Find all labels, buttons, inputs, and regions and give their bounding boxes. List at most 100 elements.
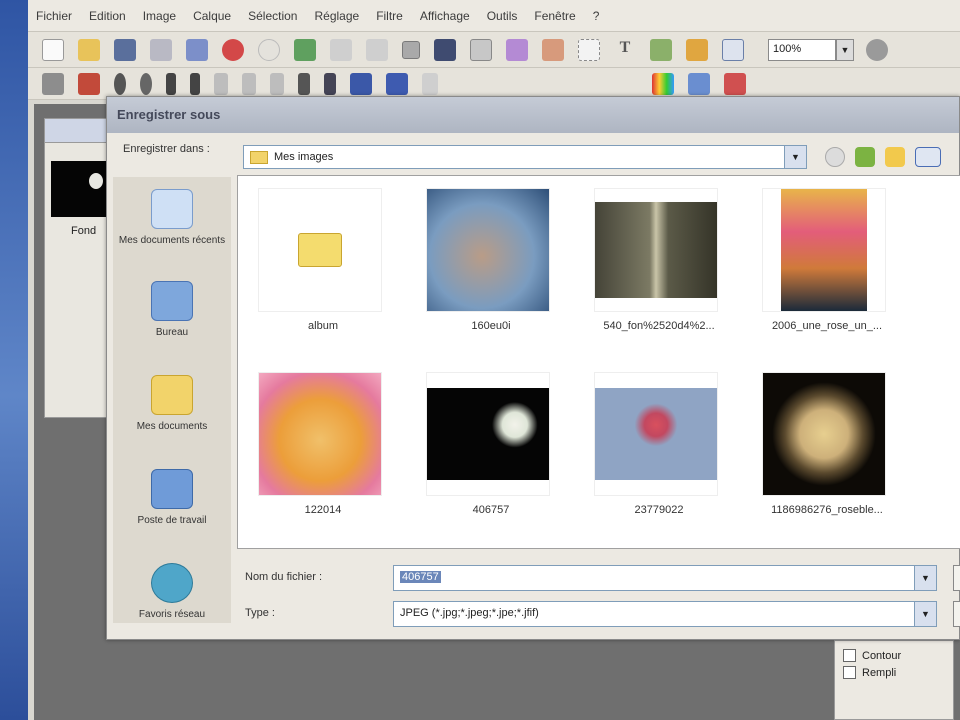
cancel-button[interactable]	[953, 601, 960, 627]
arrow-tool-icon[interactable]	[298, 72, 310, 95]
redo-icon[interactable]	[258, 38, 280, 61]
menu-affichage[interactable]: Affichage	[420, 9, 470, 23]
place-my-documents-label: Mes documents	[136, 421, 208, 432]
image-thumbnail	[594, 188, 718, 312]
menu-edition[interactable]: Edition	[89, 9, 126, 23]
menu-filtre[interactable]: Filtre	[376, 9, 403, 23]
option-contour[interactable]: Contour	[843, 649, 945, 662]
stamp-icon[interactable]	[724, 72, 746, 95]
brush-icon[interactable]	[190, 72, 200, 95]
align-center-icon[interactable]	[242, 72, 256, 95]
place-my-documents[interactable]: Mes documents	[113, 375, 231, 432]
place-network-label: Favoris réseau	[138, 609, 206, 620]
thumb-photo	[595, 388, 717, 480]
type-dropdown-arrow[interactable]: ▼	[914, 602, 936, 626]
my-documents-icon	[151, 375, 193, 415]
file-item[interactable]: 1186986276_roseble...	[742, 366, 902, 534]
menu-selection[interactable]: Sélection	[248, 9, 297, 23]
image-thumbnail	[426, 188, 550, 312]
file-item[interactable]: 2006_une_rose_un_...	[742, 182, 902, 350]
file-item[interactable]: 160eu0i	[406, 182, 566, 350]
open-folder-icon[interactable]	[78, 38, 100, 61]
file-item[interactable]: 23779022	[574, 366, 734, 534]
plugin-icon[interactable]	[650, 38, 672, 61]
main-toolbar: T 100% ▼	[28, 32, 960, 68]
layer-thumbnail[interactable]	[51, 161, 111, 217]
color-mode-icon[interactable]	[350, 72, 372, 95]
transform-icon[interactable]	[542, 38, 564, 61]
filename-value: 406757	[400, 571, 441, 583]
place-network[interactable]: Favoris réseau	[113, 563, 231, 620]
option-rempli[interactable]: Rempli	[843, 666, 945, 679]
menu-image[interactable]: Image	[143, 9, 176, 23]
menu-outils[interactable]: Outils	[487, 9, 518, 23]
view-menu-icon[interactable]	[915, 147, 941, 167]
menu-fenetre[interactable]: Fenêtre	[534, 9, 575, 23]
menu-bar: Fichier Edition Image Calque Sélection R…	[28, 0, 960, 32]
arrange-tool-icon[interactable]	[78, 72, 100, 95]
file-item[interactable]: 406757	[406, 366, 566, 534]
place-my-computer[interactable]: Poste de travail	[113, 469, 231, 526]
checkbox-contour[interactable]	[843, 649, 856, 662]
image-thumbnail	[426, 372, 550, 496]
undo-icon[interactable]	[222, 38, 244, 61]
up-folder-icon[interactable]	[855, 147, 875, 167]
resize-icon[interactable]	[470, 38, 492, 61]
save-in-combo[interactable]: Mes images ▼	[243, 145, 807, 169]
file-item[interactable]: album	[238, 182, 398, 350]
save-in-value: Mes images	[274, 151, 334, 163]
menu-reglage[interactable]: Réglage	[314, 9, 359, 23]
filename-dropdown-arrow[interactable]: ▼	[914, 566, 936, 590]
align-right-icon[interactable]	[270, 72, 284, 95]
paste-icon[interactable]	[366, 38, 388, 61]
pick-tool-icon[interactable]	[114, 72, 126, 95]
type-select[interactable]: JPEG (*.jpg;*.jpeg;*.jpe;*.jfif) ▼	[393, 601, 937, 627]
file-list: album 160eu0i 540_fon%2520d4%2... 2006_u…	[237, 175, 960, 549]
save-in-label: Enregistrer dans :	[123, 143, 210, 155]
save-icon[interactable]	[114, 38, 136, 61]
image-thumbnail	[762, 188, 886, 312]
copy-icon[interactable]	[330, 38, 352, 61]
back-icon[interactable]	[825, 147, 845, 167]
duplicate-icon[interactable]	[294, 38, 316, 61]
place-recent-label: Mes documents récents	[118, 235, 226, 246]
file-item[interactable]: 540_fon%2520d4%2...	[574, 182, 734, 350]
triangle-tool-icon[interactable]	[422, 72, 438, 95]
zoom-in-icon[interactable]	[866, 38, 888, 61]
zoom-combo[interactable]: 100%	[768, 38, 836, 61]
menu-calque[interactable]: Calque	[193, 9, 231, 23]
grid-icon[interactable]	[402, 40, 420, 59]
place-desktop[interactable]: Bureau	[113, 281, 231, 338]
image-tool-icon[interactable]	[688, 72, 710, 95]
text-icon[interactable]: T	[614, 38, 636, 61]
menu-help[interactable]: ?	[593, 9, 600, 23]
magic-wand-icon[interactable]	[140, 72, 152, 95]
file-name: 122014	[304, 504, 342, 516]
align-left-icon[interactable]	[214, 72, 228, 95]
place-my-computer-label: Poste de travail	[137, 515, 207, 526]
new-file-icon[interactable]	[42, 38, 64, 61]
my-computer-icon	[151, 469, 193, 509]
layer-tool-icon[interactable]	[42, 72, 64, 95]
zoom-dropdown-arrow[interactable]: ▼	[836, 38, 854, 61]
checkbox-rempli[interactable]	[843, 666, 856, 679]
selection-icon[interactable]	[578, 38, 600, 61]
menu-fichier[interactable]: Fichier	[36, 9, 72, 23]
layers-icon[interactable]	[506, 38, 528, 61]
crop-icon[interactable]	[434, 38, 456, 61]
print-icon[interactable]	[150, 38, 172, 61]
place-recent[interactable]: Mes documents récents	[113, 189, 231, 246]
save-button[interactable]	[953, 565, 960, 591]
palette-icon[interactable]	[652, 72, 674, 95]
filename-input[interactable]: 406757 ▼	[393, 565, 937, 591]
lasso-icon[interactable]	[166, 72, 176, 95]
new-folder-icon[interactable]	[885, 147, 905, 167]
thumb-photo	[595, 202, 717, 298]
scan-icon[interactable]	[186, 38, 208, 61]
histogram-icon[interactable]	[386, 72, 408, 95]
file-item[interactable]: 122014	[238, 366, 398, 534]
window-icon[interactable]	[722, 38, 744, 61]
paint-icon[interactable]	[686, 38, 708, 61]
gradient-icon[interactable]	[324, 72, 336, 95]
save-in-dropdown-arrow[interactable]: ▼	[784, 146, 806, 168]
